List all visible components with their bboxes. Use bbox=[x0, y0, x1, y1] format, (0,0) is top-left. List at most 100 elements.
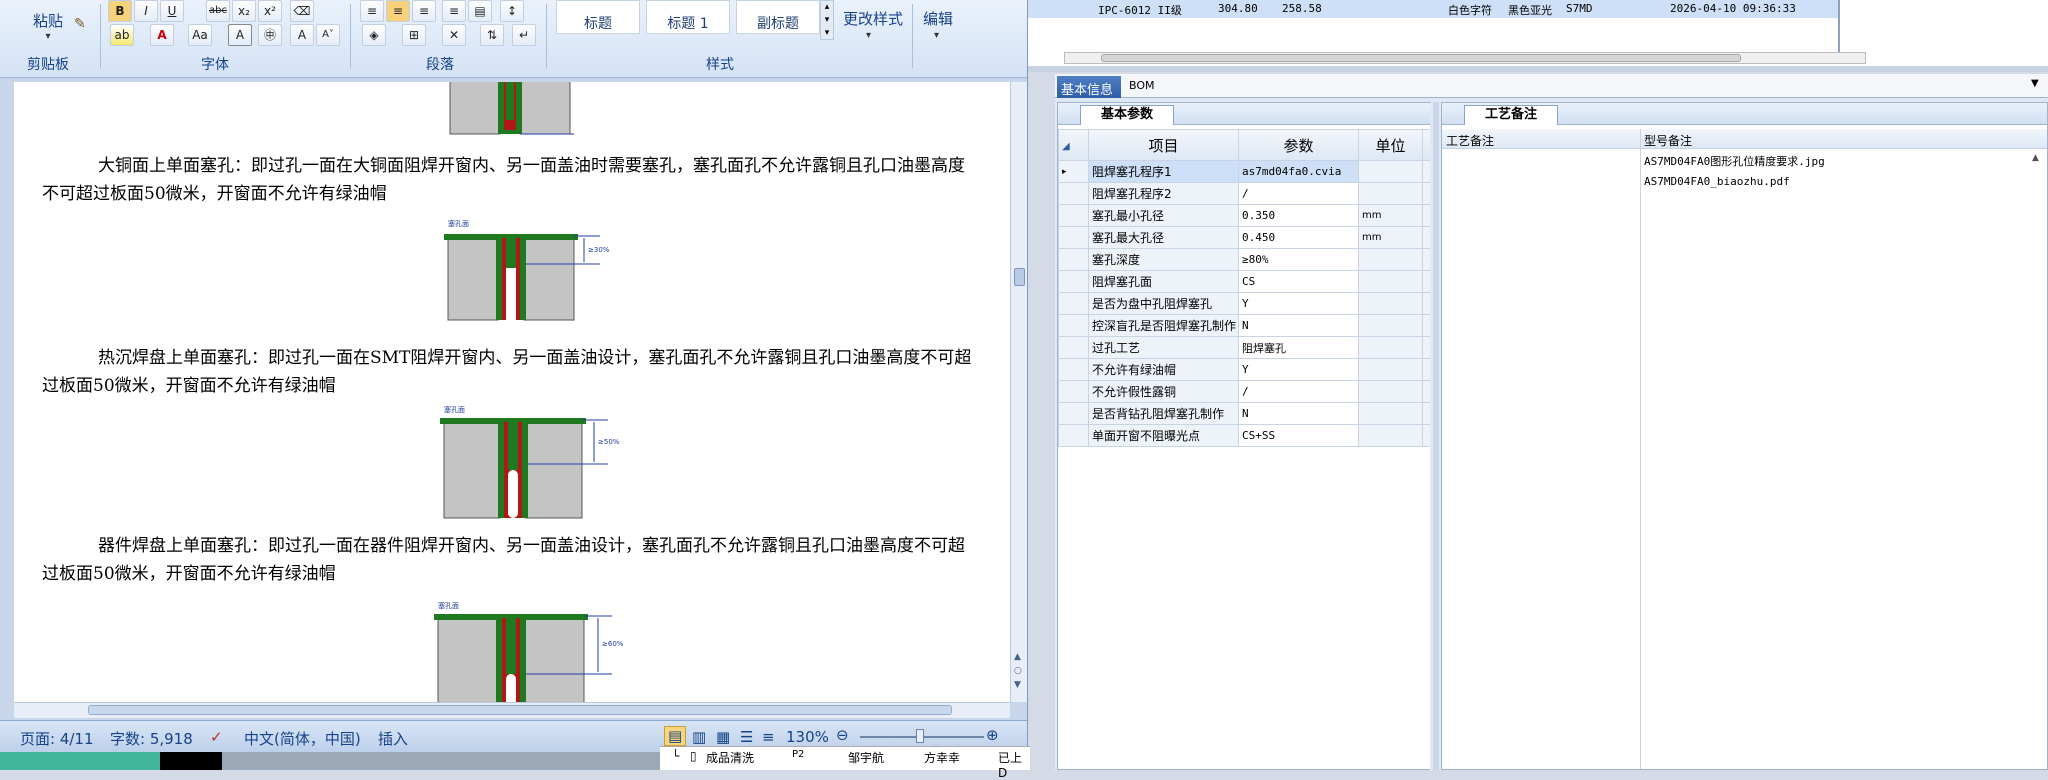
column-header[interactable]: 工艺备注 bbox=[1446, 132, 1494, 149]
param-unit-cell[interactable] bbox=[1358, 160, 1423, 183]
row-selector[interactable] bbox=[1058, 204, 1089, 227]
highlight-icon[interactable]: ab bbox=[110, 24, 134, 46]
format-painter-icon[interactable]: ✎ bbox=[74, 16, 86, 32]
align-right-icon[interactable]: ≡ bbox=[412, 0, 436, 22]
param-param-cell[interactable]: / bbox=[1238, 182, 1359, 205]
param-item-cell[interactable]: 不允许假性露铜 bbox=[1088, 380, 1239, 403]
horizontal-scrollbar[interactable] bbox=[14, 702, 1010, 718]
table-row[interactable]: 塞孔最小孔径 0.350 mm bbox=[1058, 204, 1431, 227]
scroll-thumb[interactable] bbox=[1101, 54, 1741, 62]
table-row[interactable]: ▸ 阻焊塞孔程序1 as7md04fa0.cvia bbox=[1058, 160, 1431, 183]
zoom-level[interactable]: 130% bbox=[786, 728, 829, 746]
row-selector[interactable] bbox=[1058, 380, 1089, 403]
superscript-button[interactable]: x² bbox=[258, 0, 282, 22]
draft-icon[interactable]: ≡ bbox=[762, 728, 775, 746]
param-item-cell[interactable]: 阻焊塞孔程序2 bbox=[1088, 182, 1239, 205]
table-row[interactable]: 单面开窗不阻曝光点 CS+SS bbox=[1058, 424, 1431, 447]
table-row[interactable]: IPC-6012 II级 304.80 258.58 白色字符 黑色亚光 S7M… bbox=[1028, 0, 1838, 18]
italic-button[interactable]: I bbox=[134, 0, 158, 22]
param-unit-cell[interactable] bbox=[1358, 424, 1423, 447]
table-row[interactable]: 阻焊塞孔程序2/ bbox=[1058, 182, 1431, 205]
grow-font-button[interactable]: A bbox=[290, 24, 314, 46]
column-header[interactable]: 参数 bbox=[1238, 129, 1359, 161]
style-subtitle[interactable]: 副标题 bbox=[736, 0, 820, 34]
param-param-cell[interactable]: CS+SS bbox=[1238, 424, 1359, 447]
param-param-cell[interactable]: 0.450 bbox=[1238, 226, 1359, 249]
style-heading[interactable]: 标题 bbox=[556, 0, 640, 34]
row-selector[interactable] bbox=[1058, 292, 1089, 315]
param-item-cell[interactable]: 控深盲孔是否阻焊塞孔制作 bbox=[1088, 314, 1239, 337]
vertical-scrollbar[interactable]: ▲ ○ ▼ bbox=[1010, 82, 1027, 702]
param-param-cell[interactable]: CS bbox=[1238, 270, 1359, 293]
param-item-cell[interactable]: 单面开窗不阻曝光点 bbox=[1088, 424, 1239, 447]
shading-icon[interactable]: ◈ bbox=[362, 24, 386, 46]
language-indicator[interactable]: 中文(简体，中国) bbox=[244, 728, 361, 749]
zoom-out-icon[interactable]: ⊖ bbox=[836, 726, 849, 744]
splitter[interactable] bbox=[1433, 102, 1439, 770]
param-unit-cell[interactable] bbox=[1358, 182, 1423, 205]
clear-format-icon[interactable]: ⌫ bbox=[290, 0, 314, 22]
paste-button[interactable]: 粘贴 ▾ bbox=[18, 4, 78, 48]
table-row[interactable]: 塞孔最大孔径 0.450 mm bbox=[1058, 226, 1431, 249]
row-selector[interactable] bbox=[1058, 270, 1089, 293]
table-row[interactable]: 不允许假性露铜 / bbox=[1058, 380, 1431, 403]
bold-button[interactable]: B bbox=[108, 0, 132, 22]
justify-icon[interactable]: ≡ bbox=[442, 0, 466, 22]
param-param-cell[interactable]: 阻焊塞孔 bbox=[1238, 336, 1359, 359]
table-row[interactable]: 不允许有绿油帽 Y bbox=[1058, 358, 1431, 381]
enclose-char-icon[interactable]: ㊥ bbox=[258, 24, 282, 46]
splitter[interactable] bbox=[1028, 66, 2048, 72]
show-marks-icon[interactable]: ↵ bbox=[512, 24, 536, 46]
param-param-cell[interactable]: Y bbox=[1238, 292, 1359, 315]
scroll-up-icon[interactable]: ▲ bbox=[2032, 153, 2039, 163]
edit-button[interactable]: 编辑 bbox=[918, 8, 958, 29]
param-param-cell[interactable]: N bbox=[1238, 402, 1359, 425]
row-selector[interactable] bbox=[1058, 424, 1089, 447]
row-selector[interactable] bbox=[1058, 182, 1089, 205]
param-param-cell[interactable]: 0.350 bbox=[1238, 204, 1359, 227]
task-list-row[interactable]: └ ▯ 成品清洗 P2 邹宇航 方幸幸 已上D bbox=[660, 746, 1030, 780]
outline-icon[interactable]: ☰ bbox=[740, 728, 753, 746]
align-left-icon[interactable]: ≡ bbox=[360, 0, 384, 22]
zoom-slider-thumb[interactable] bbox=[916, 729, 924, 743]
styles-scroll[interactable]: ▴ ▾ ▾ bbox=[820, 0, 834, 40]
param-item-cell[interactable]: 是否为盘中孔阻焊塞孔 bbox=[1088, 292, 1239, 315]
scroll-thumb[interactable] bbox=[88, 705, 952, 715]
param-item-cell[interactable]: 塞孔最大孔径 bbox=[1088, 226, 1239, 249]
sort-icon[interactable]: ⇅ bbox=[480, 24, 504, 46]
borders-icon[interactable]: ⊞ bbox=[402, 24, 426, 46]
tab-basic-params[interactable]: 基本参数 bbox=[1080, 105, 1174, 125]
row-selector[interactable] bbox=[1058, 248, 1089, 271]
param-unit-cell[interactable] bbox=[1358, 248, 1423, 271]
param-item-cell[interactable]: 不允许有绿油帽 bbox=[1088, 358, 1239, 381]
web-layout-icon[interactable]: ▦ bbox=[716, 728, 730, 746]
param-param-cell[interactable]: Y bbox=[1238, 358, 1359, 381]
tab-basic-info[interactable]: 基本信息 bbox=[1057, 76, 1121, 98]
style-heading-1[interactable]: 标题 1 bbox=[646, 0, 730, 34]
row-selector[interactable] bbox=[1058, 402, 1089, 425]
page-indicator[interactable]: 页面: 4/11 bbox=[20, 728, 94, 749]
param-unit-cell[interactable] bbox=[1358, 358, 1423, 381]
table-row[interactable]: 塞孔深度 ≥80% bbox=[1058, 248, 1431, 271]
change-case-button[interactable]: Aa bbox=[188, 24, 212, 46]
tab-process-remarks[interactable]: 工艺备注 bbox=[1464, 105, 1558, 125]
file-link[interactable]: AS7MD04FA0图形孔位精度要求.jpg bbox=[1644, 153, 1825, 169]
insert-mode[interactable]: 插入 bbox=[378, 728, 408, 749]
change-styles-button[interactable]: 更改样式 bbox=[838, 8, 908, 29]
reading-layout-icon[interactable]: ▥ bbox=[692, 728, 706, 746]
distribute-icon[interactable]: ▤ bbox=[468, 0, 492, 22]
param-item-cell[interactable]: 过孔工艺 bbox=[1088, 336, 1239, 359]
column-header[interactable]: 型号备注 bbox=[1644, 132, 1692, 149]
line-spacing-icon[interactable]: ↕ bbox=[500, 0, 524, 22]
row-selector-icon[interactable]: ▸ bbox=[1058, 160, 1089, 183]
table-row[interactable]: 控深盲孔是否阻焊塞孔制作 N bbox=[1058, 314, 1431, 337]
underline-button[interactable]: U bbox=[160, 0, 184, 22]
align-center-icon[interactable]: ≡ bbox=[386, 0, 410, 22]
word-count[interactable]: 字数: 5,918 bbox=[110, 728, 193, 749]
char-border-button[interactable]: A bbox=[228, 24, 252, 46]
row-selector[interactable] bbox=[1058, 314, 1089, 337]
param-param-cell[interactable]: ≥80% bbox=[1238, 248, 1359, 271]
tab-bom[interactable]: BOM bbox=[1129, 79, 1155, 92]
chinese-layout-icon[interactable]: ✕ bbox=[442, 24, 466, 46]
param-item-cell[interactable]: 塞孔深度 bbox=[1088, 248, 1239, 271]
